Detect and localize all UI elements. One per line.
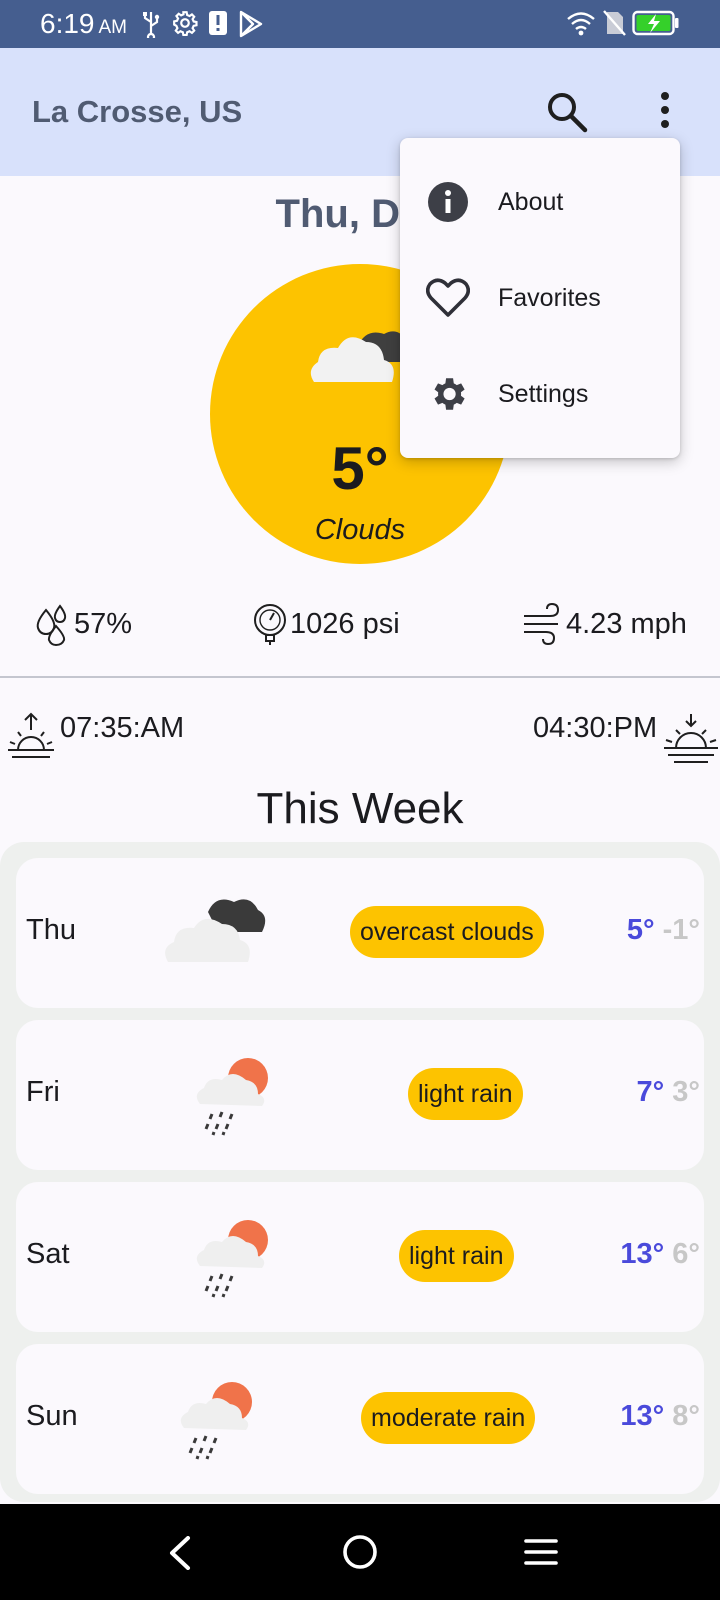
wind-value: 4.23 mph: [566, 607, 687, 640]
pressure-value: 1026 psi: [290, 607, 400, 640]
forecast-low: 6°: [672, 1238, 700, 1270]
rain-sun-icon: [196, 1220, 268, 1298]
forecast-card-fri[interactable]: Fri light rain 7° 3°: [16, 1020, 704, 1170]
forecast-card-thu[interactable]: Thu overcast clouds 5° -1°: [16, 858, 704, 1008]
menu-item-favorites[interactable]: Favorites: [400, 250, 680, 346]
sunset-time: 04:30:PM: [533, 712, 658, 744]
forecast-temps: 13° 6°: [620, 1238, 700, 1271]
forecast-low: -1°: [662, 914, 700, 946]
battery-icon: [632, 10, 679, 36]
forecast-temps: 13° 8°: [620, 1400, 700, 1433]
recents-menu-icon[interactable]: [524, 1538, 558, 1566]
wind-metric: 4.23 mph: [522, 602, 687, 646]
forecast-day: Fri: [26, 1076, 60, 1108]
menu-item-settings[interactable]: Settings: [400, 346, 680, 442]
forecast-high: 13°: [620, 1238, 665, 1270]
wifi-icon: [567, 12, 595, 36]
forecast-card-sat[interactable]: Sat light rain 13° 6°: [16, 1182, 704, 1332]
status-clock: 6:19: [40, 8, 95, 39]
menu-item-label: About: [498, 187, 564, 216]
humidity-icon: [36, 604, 67, 646]
overcast-clouds-icon: [165, 899, 266, 962]
menu-item-label: Favorites: [498, 283, 601, 312]
forecast-low: 8°: [672, 1400, 700, 1432]
status-time: 6:19 AM: [40, 8, 127, 40]
location-title: La Crosse, US: [32, 94, 243, 129]
alert-icon: [209, 11, 227, 35]
more-options-icon[interactable]: [645, 90, 685, 130]
forecast-high: 5°: [626, 914, 655, 946]
pressure-gauge-icon: [254, 604, 286, 645]
home-icon[interactable]: [342, 1534, 378, 1570]
forecast-temps: 7° 3°: [637, 1076, 700, 1109]
info-icon: [428, 182, 468, 222]
week-title: This Week: [256, 784, 464, 833]
forecast-description: overcast clouds: [350, 906, 544, 958]
sunrise-time: 07:35:AM: [60, 712, 185, 744]
humidity-value: 57%: [74, 607, 133, 640]
sunrise-icon: [8, 712, 54, 758]
no-sim-icon: [603, 10, 626, 36]
wind-icon: [524, 602, 560, 646]
forecast-temps: 5° -1°: [627, 914, 700, 947]
forecast-card-sun[interactable]: Sun moderate rain 13° 8°: [16, 1344, 704, 1494]
status-bar: 6:19 AM: [0, 0, 720, 48]
system-nav-bar: [0, 1504, 720, 1600]
pressure-metric: 1026 psi: [252, 602, 400, 646]
forecast-description: light rain: [399, 1230, 514, 1282]
rain-sun-icon: [196, 1058, 268, 1136]
heart-outline-icon: [426, 278, 470, 317]
forecast-day: Sat: [26, 1238, 70, 1270]
usb-icon: [143, 12, 160, 38]
search-icon[interactable]: [545, 90, 589, 134]
forecast-description: moderate rain: [361, 1392, 536, 1444]
forecast-day: Thu: [26, 914, 76, 946]
menu-item-about[interactable]: About: [400, 154, 680, 250]
forecast-low: 3°: [672, 1076, 700, 1108]
forecast-list: Thu overcast clouds 5° -1° Fri light rain…: [0, 842, 720, 1502]
forecast-description: light rain: [408, 1068, 523, 1120]
forecast-day: Sun: [26, 1400, 78, 1432]
rain-sun-icon: [180, 1382, 252, 1460]
current-description: Clouds: [314, 514, 406, 546]
forecast-high: 7°: [636, 1076, 665, 1108]
play-store-icon: [239, 10, 263, 38]
divider: [0, 676, 720, 678]
status-ampm: AM: [98, 17, 128, 38]
settings-status-icon: [173, 11, 198, 36]
forecast-high: 13°: [620, 1400, 665, 1432]
menu-item-label: Settings: [498, 379, 589, 408]
back-icon[interactable]: [166, 1536, 192, 1570]
humidity-metric: 57%: [34, 602, 132, 646]
sunset-icon: [664, 714, 718, 763]
gear-icon: [434, 378, 465, 410]
overflow-menu: About Favorites Settings: [400, 138, 680, 458]
